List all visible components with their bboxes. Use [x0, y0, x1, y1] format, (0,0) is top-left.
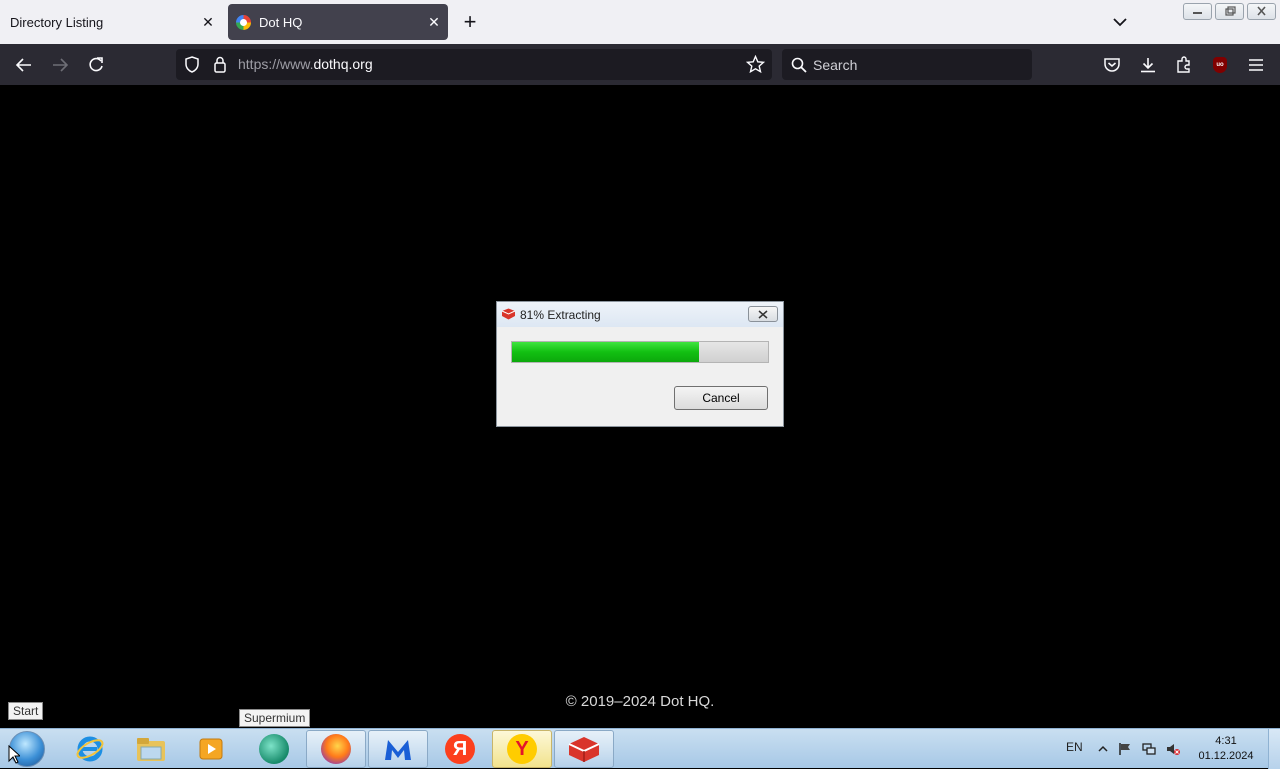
- supermium-tooltip: Supermium: [239, 709, 311, 727]
- pocket-icon: [1104, 58, 1120, 72]
- volume-muted-icon[interactable]: [1166, 742, 1180, 756]
- close-tab-icon[interactable]: ✕: [420, 14, 448, 31]
- archiver-icon: [568, 737, 600, 762]
- tracking-protection-shield-icon[interactable]: [184, 56, 200, 73]
- media-player-icon: [199, 738, 223, 760]
- taskbar-windows-explorer[interactable]: [121, 730, 181, 768]
- start-tooltip: Start: [8, 702, 44, 720]
- list-all-tabs-button[interactable]: [1108, 10, 1132, 34]
- windows-taskbar: Я Y EN 4:31 01.12.2024: [0, 728, 1280, 769]
- tab-dot-hq[interactable]: Dot HQ ✕: [228, 4, 448, 40]
- search-icon: [791, 57, 807, 73]
- reload-icon: [89, 57, 103, 72]
- chevron-down-icon: [1113, 18, 1127, 27]
- mouse-cursor-icon: [8, 745, 20, 764]
- pocket-button[interactable]: [1100, 53, 1124, 77]
- cancel-button[interactable]: Cancel: [674, 386, 768, 410]
- taskbar-firefox[interactable]: [306, 730, 366, 768]
- close-window-button[interactable]: [1247, 3, 1276, 20]
- tab-title: Dot HQ: [259, 14, 303, 30]
- yandex-icon: Я: [445, 734, 475, 764]
- window-controls: [1183, 3, 1276, 20]
- taskbar-internet-explorer[interactable]: [60, 730, 120, 768]
- search-placeholder: Search: [813, 57, 858, 73]
- url-text[interactable]: https://www.dothq.org: [238, 56, 373, 72]
- dialog-title: 81% Extracting: [520, 308, 601, 322]
- taskbar-archiver[interactable]: [554, 730, 614, 768]
- hamburger-menu-icon: [1249, 59, 1263, 71]
- taskbar-yandex-browser[interactable]: Y: [492, 730, 552, 768]
- restore-button[interactable]: [1215, 3, 1244, 20]
- ublock-origin-icon: uo: [1213, 57, 1227, 73]
- address-bar[interactable]: https://www.dothq.org: [176, 49, 772, 80]
- folder-icon: [137, 738, 165, 761]
- extracting-dialog: 81% Extracting Cancel: [496, 301, 784, 427]
- back-arrow-icon: [15, 58, 31, 72]
- taskbar-supermium[interactable]: [244, 730, 304, 768]
- back-button[interactable]: [12, 53, 36, 77]
- tab-directory-listing[interactable]: Directory Listing ✕: [0, 4, 222, 40]
- clock-time: 4:31: [1215, 735, 1237, 747]
- malwarebytes-icon: [385, 740, 411, 760]
- tab-strip: Directory Listing ✕ Dot HQ ✕ +: [0, 0, 1280, 44]
- url-scheme: https://www.: [238, 56, 314, 72]
- extensions-button[interactable]: [1172, 53, 1196, 77]
- lock-icon[interactable]: [213, 56, 227, 73]
- supermium-icon: [259, 734, 289, 764]
- app-menu-button[interactable]: [1244, 53, 1268, 77]
- action-center-flag-icon[interactable]: [1118, 742, 1132, 756]
- dothq-favicon-icon: [236, 14, 251, 30]
- search-bar[interactable]: Search: [782, 49, 1032, 80]
- taskbar-yandex[interactable]: Я: [430, 730, 490, 768]
- dialog-close-button[interactable]: [748, 306, 778, 322]
- forward-button[interactable]: [48, 53, 72, 77]
- download-icon: [1141, 58, 1155, 73]
- page-footer-copyright: © 2019–2024 Dot HQ.: [565, 693, 715, 710]
- reload-button[interactable]: [84, 53, 108, 77]
- clock-date: 01.12.2024: [1198, 750, 1254, 762]
- ublock-origin-button[interactable]: uo: [1208, 53, 1232, 77]
- archiver-app-icon: [501, 308, 516, 320]
- puzzle-piece-icon: [1177, 56, 1190, 73]
- taskbar-media-player[interactable]: [182, 730, 242, 768]
- dialog-titlebar[interactable]: 81% Extracting: [497, 302, 783, 327]
- close-tab-icon[interactable]: ✕: [194, 14, 222, 31]
- bookmark-star-icon[interactable]: [746, 55, 765, 74]
- new-tab-button[interactable]: +: [458, 8, 482, 36]
- tab-title: Directory Listing: [10, 14, 104, 30]
- network-icon[interactable]: [1142, 742, 1156, 756]
- yandex-browser-icon: Y: [507, 734, 537, 764]
- internet-explorer-icon: [76, 736, 104, 762]
- taskbar-malwarebytes[interactable]: [368, 730, 428, 768]
- forward-arrow-icon: [53, 58, 69, 72]
- close-icon: [758, 309, 768, 319]
- show-hidden-icons-icon[interactable]: [1096, 742, 1110, 756]
- progress-fill: [512, 342, 699, 362]
- downloads-button[interactable]: [1136, 53, 1160, 77]
- extraction-progress-bar: [511, 341, 769, 363]
- tray-language-indicator[interactable]: EN: [1066, 740, 1083, 754]
- nav-toolbar: https://www.dothq.org Search uo: [0, 44, 1280, 85]
- taskbar-clock[interactable]: 4:31 01.12.2024: [1190, 734, 1262, 764]
- show-desktop-button[interactable]: [1268, 729, 1280, 769]
- firefox-icon: [321, 734, 351, 764]
- minimize-button[interactable]: [1183, 3, 1212, 20]
- url-host: dothq.org: [313, 56, 373, 72]
